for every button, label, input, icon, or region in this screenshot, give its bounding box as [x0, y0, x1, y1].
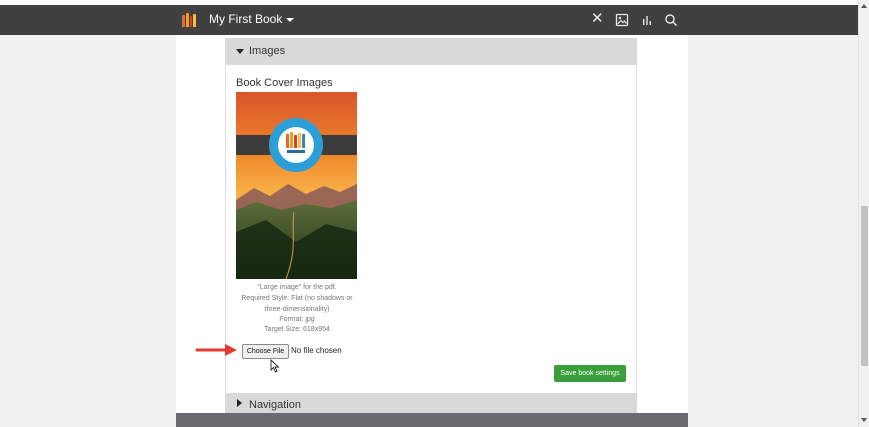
- caption-line-4: Format: jpg: [279, 316, 315, 323]
- caption-line-2: Required Style: Flat (no shadows or: [241, 295, 353, 302]
- book-cover-image: [236, 92, 357, 279]
- search-icon[interactable]: [664, 13, 678, 27]
- top-toolbar: My First Book ✕: [0, 5, 858, 35]
- images-section-title: Images: [249, 45, 286, 57]
- images-section-header[interactable]: Images: [225, 38, 637, 65]
- image-icon[interactable]: [615, 13, 629, 27]
- navigation-section-title: Navigation: [249, 399, 301, 411]
- navigation-section-header[interactable]: Navigation: [225, 393, 637, 413]
- close-icon[interactable]: ✕: [591, 11, 605, 26]
- collapse-triangle-icon: [237, 399, 242, 407]
- caption-line-1: "Large image" for the pdf.: [257, 284, 337, 291]
- red-arrow-annotation: [195, 343, 239, 362]
- book-title-dropdown[interactable]: My First Book: [209, 12, 295, 26]
- scrollbar-thumb[interactable]: [861, 206, 868, 366]
- caption-line-5: Target Size: 618x954: [264, 326, 330, 333]
- bar-chart-icon[interactable]: [640, 13, 654, 27]
- caption-line-3: three-dimensionality): [264, 306, 330, 313]
- file-status-text: No file chosen: [291, 346, 342, 355]
- expand-triangle-icon: [236, 49, 244, 54]
- book-title-label: My First Book: [209, 12, 283, 26]
- footer-bar: [176, 413, 688, 427]
- save-book-settings-button[interactable]: Save book settings: [554, 365, 626, 382]
- scroll-down-arrow-icon[interactable]: [861, 418, 867, 422]
- caret-down-icon: [286, 17, 295, 22]
- choose-file-button[interactable]: Choose File: [242, 344, 289, 359]
- mouse-pointer-icon: [270, 358, 280, 378]
- cover-images-label: Book Cover Images: [236, 77, 333, 89]
- scroll-up-arrow-icon[interactable]: [861, 4, 867, 8]
- app-logo-icon[interactable]: [182, 13, 196, 27]
- vertical-scrollbar[interactable]: [858, 0, 869, 427]
